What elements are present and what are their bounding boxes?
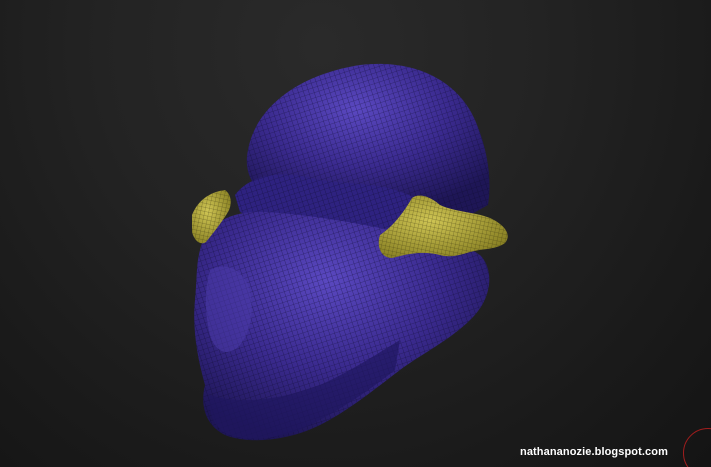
mesh-render [192, 63, 508, 441]
3d-viewport[interactable] [0, 0, 711, 467]
watermark-text: nathananozie.blogspot.com [520, 446, 668, 458]
